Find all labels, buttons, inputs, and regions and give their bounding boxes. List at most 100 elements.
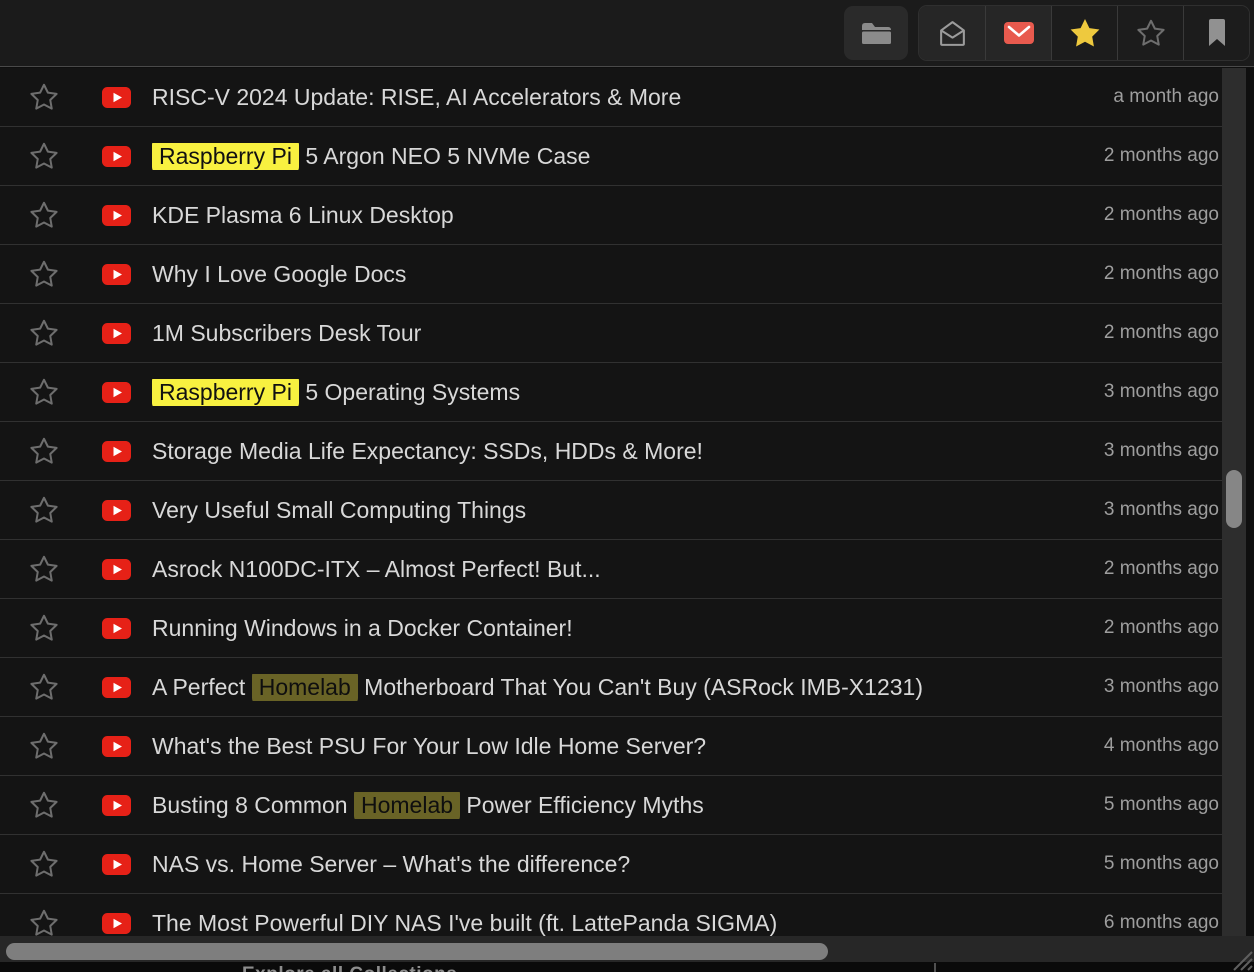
star-outline-icon <box>29 259 59 289</box>
list-item[interactable]: RISC-V 2024 Update: RISE, AI Accelerator… <box>0 68 1222 127</box>
item-title[interactable]: The Most Powerful DIY NAS I've built (ft… <box>152 910 1090 937</box>
vertical-scrollbar-thumb[interactable] <box>1226 470 1242 528</box>
star-toggle-button[interactable] <box>29 259 59 289</box>
star-outline-icon <box>29 613 59 643</box>
youtube-source-icon <box>102 559 131 580</box>
youtube-source-icon <box>102 913 131 934</box>
folder-icon <box>859 20 893 47</box>
folder-button[interactable] <box>844 6 908 60</box>
youtube-source-icon <box>102 618 131 639</box>
star-outline-icon <box>1136 18 1166 48</box>
youtube-icon <box>102 87 131 108</box>
star-outline-icon <box>29 141 59 171</box>
star-toggle-button[interactable] <box>29 200 59 230</box>
star-toggle-button[interactable] <box>29 908 59 938</box>
resize-grip-icon[interactable] <box>1227 945 1253 971</box>
list-item[interactable]: Busting 8 Common Homelab Power Efficienc… <box>0 776 1222 835</box>
item-title[interactable]: KDE Plasma 6 Linux Desktop <box>152 202 1090 229</box>
star-outline-button[interactable] <box>1117 6 1183 60</box>
star-outline-icon <box>29 200 59 230</box>
starred-button[interactable] <box>1051 6 1117 60</box>
star-toggle-button[interactable] <box>29 436 59 466</box>
star-toggle-button[interactable] <box>29 731 59 761</box>
youtube-source-icon <box>102 441 131 462</box>
search-highlight: Homelab <box>252 674 358 701</box>
title-text: Why I Love Google Docs <box>152 261 406 287</box>
unread-mail-button[interactable] <box>985 6 1051 60</box>
youtube-source-icon <box>102 736 131 757</box>
youtube-icon <box>102 382 131 403</box>
star-toggle-button[interactable] <box>29 495 59 525</box>
youtube-icon <box>102 441 131 462</box>
list-item[interactable]: NAS vs. Home Server – What's the differe… <box>0 835 1222 894</box>
list-item[interactable]: 1M Subscribers Desk Tour2 months ago <box>0 304 1222 363</box>
vertical-scrollbar[interactable] <box>1222 68 1246 937</box>
youtube-icon <box>102 264 131 285</box>
youtube-source-icon <box>102 205 131 226</box>
horizontal-scrollbar-thumb[interactable] <box>6 943 828 960</box>
youtube-icon <box>102 323 131 344</box>
title-text: A Perfect <box>152 674 252 700</box>
star-toggle-button[interactable] <box>29 613 59 643</box>
title-text: RISC-V 2024 Update: RISE, AI Accelerator… <box>152 84 681 110</box>
star-toggle-button[interactable] <box>29 377 59 407</box>
list-item[interactable]: Asrock N100DC-ITX – Almost Perfect! But.… <box>0 540 1222 599</box>
star-toggle-button[interactable] <box>29 141 59 171</box>
item-title[interactable]: Asrock N100DC-ITX – Almost Perfect! But.… <box>152 556 1090 583</box>
item-title[interactable]: 1M Subscribers Desk Tour <box>152 320 1090 347</box>
item-title[interactable]: Why I Love Google Docs <box>152 261 1090 288</box>
list-item[interactable]: Raspberry Pi 5 Operating Systems 3 months… <box>0 363 1222 422</box>
item-title[interactable]: Busting 8 Common Homelab Power Efficienc… <box>152 792 1090 819</box>
item-title[interactable]: Running Windows in a Docker Container! <box>152 615 1090 642</box>
youtube-icon <box>102 795 131 816</box>
item-title[interactable]: RISC-V 2024 Update: RISE, AI Accelerator… <box>152 84 1099 111</box>
item-timestamp: 2 months ago <box>1104 558 1222 580</box>
youtube-source-icon <box>102 264 131 285</box>
title-text: What's the Best PSU For Your Low Idle Ho… <box>152 733 706 759</box>
star-toggle-button[interactable] <box>29 790 59 820</box>
youtube-icon <box>102 736 131 757</box>
list-item[interactable]: Why I Love Google Docs2 months ago <box>0 245 1222 304</box>
title-text: Running Windows in a Docker Container! <box>152 615 573 641</box>
explore-all-collections-link[interactable]: Explore all Collections <box>242 964 457 972</box>
filter-button-group <box>918 5 1250 61</box>
title-text: KDE Plasma 6 Linux Desktop <box>152 202 454 228</box>
item-title[interactable]: NAS vs. Home Server – What's the differe… <box>152 851 1090 878</box>
item-title[interactable]: What's the Best PSU For Your Low Idle Ho… <box>152 733 1090 760</box>
bookmark-button[interactable] <box>1183 6 1249 60</box>
item-title[interactable]: Raspberry Pi 5 Operating Systems <box>152 379 1090 406</box>
item-title[interactable]: Storage Media Life Expectancy: SSDs, HDD… <box>152 438 1090 465</box>
bookmark-icon <box>1205 18 1229 48</box>
item-timestamp: 2 months ago <box>1104 145 1222 167</box>
footer-strip: Explore all Collections <box>0 962 1254 972</box>
star-toggle-button[interactable] <box>29 672 59 702</box>
search-highlight: Homelab <box>354 792 460 819</box>
list-item[interactable]: Very Useful Small Computing Things3 mont… <box>0 481 1222 540</box>
article-list: RISC-V 2024 Update: RISE, AI Accelerator… <box>0 68 1222 953</box>
list-item[interactable]: What's the Best PSU For Your Low Idle Ho… <box>0 717 1222 776</box>
horizontal-scrollbar[interactable] <box>0 936 1254 962</box>
item-title[interactable]: Raspberry Pi 5 Argon NEO 5 NVMe Case <box>152 143 1090 170</box>
star-toggle-button[interactable] <box>29 82 59 112</box>
star-outline-icon <box>29 790 59 820</box>
item-title[interactable]: Very Useful Small Computing Things <box>152 497 1090 524</box>
item-timestamp: 3 months ago <box>1104 381 1222 403</box>
star-toggle-button[interactable] <box>29 849 59 879</box>
item-timestamp: 3 months ago <box>1104 676 1222 698</box>
list-item[interactable]: KDE Plasma 6 Linux Desktop2 months ago <box>0 186 1222 245</box>
star-outline-icon <box>29 908 59 938</box>
search-highlight: Raspberry Pi <box>152 379 299 406</box>
star-toggle-button[interactable] <box>29 318 59 348</box>
youtube-icon <box>102 618 131 639</box>
inbox-button[interactable] <box>919 6 985 60</box>
item-timestamp: a month ago <box>1113 86 1222 108</box>
list-item[interactable]: Running Windows in a Docker Container!2 … <box>0 599 1222 658</box>
youtube-icon <box>102 205 131 226</box>
list-item[interactable]: A Perfect Homelab Motherboard That You C… <box>0 658 1222 717</box>
item-timestamp: 5 months ago <box>1104 853 1222 875</box>
list-item[interactable]: Raspberry Pi 5 Argon NEO 5 NVMe Case 2 mo… <box>0 127 1222 186</box>
star-toggle-button[interactable] <box>29 554 59 584</box>
item-title[interactable]: A Perfect Homelab Motherboard That You C… <box>152 674 1090 701</box>
title-text: Power Efficiency Myths <box>460 792 704 818</box>
list-item[interactable]: Storage Media Life Expectancy: SSDs, HDD… <box>0 422 1222 481</box>
